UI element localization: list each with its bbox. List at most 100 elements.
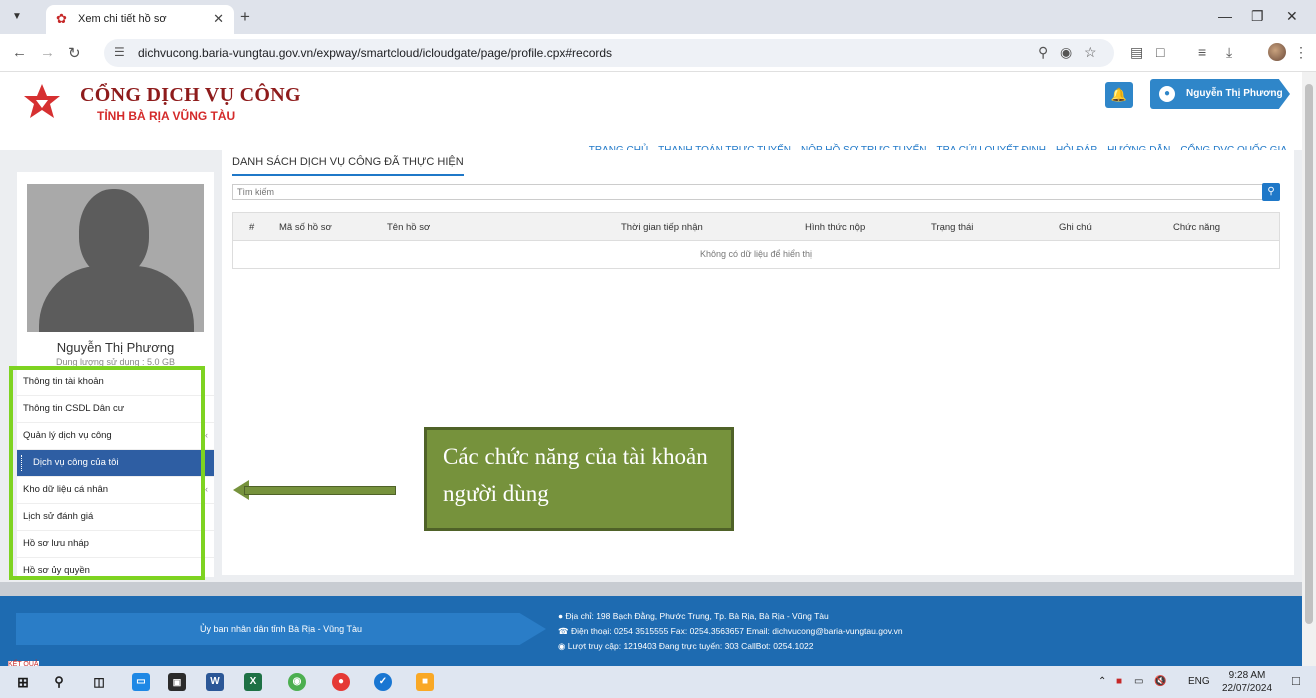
back-icon[interactable]: ← [12, 44, 27, 61]
input-language[interactable]: ENG [1188, 676, 1210, 687]
site-favicon-icon: ✿ [56, 11, 67, 26]
clock-date: 22/07/2024 [1222, 683, 1273, 694]
close-window-icon[interactable]: ✕ [1286, 8, 1298, 25]
column-header: Thời gian tiếp nhận [621, 222, 703, 233]
location-pin-icon: ● [558, 611, 566, 621]
footer-contact: Điện thoại: 0254 3515555 Fax: 0254.35636… [570, 626, 903, 636]
avatar [27, 184, 204, 332]
app-icon[interactable]: ▭ [132, 673, 150, 691]
column-header: Ghi chú [1059, 222, 1092, 233]
close-tab-icon[interactable]: ✕ [213, 11, 224, 27]
url-text: dichvucong.baria-vungtau.gov.vn/expway/s… [138, 46, 613, 60]
user-menu-button[interactable]: ● Nguyễn Thị Phương [1150, 79, 1290, 109]
browser-tab-bar: ▼ ✿ Xem chi tiết hồ sơ ✕ + — ❐ ✕ [0, 0, 1316, 34]
menu-account-info[interactable]: Thông tin tài khoản [17, 369, 214, 396]
notification-center-icon[interactable]: □ [1292, 673, 1300, 688]
tab-title: Xem chi tiết hồ sơ [78, 13, 167, 25]
user-icon: ● [1159, 86, 1175, 102]
site-info-icon[interactable]: ☰ [114, 45, 125, 59]
search-icon[interactable]: ⚲ [1262, 183, 1280, 201]
footer-contact-info: ● Địa chỉ: 198 Bạch Đằng, Phước Trung, T… [558, 609, 903, 654]
menu-personal-data[interactable]: Kho dữ liệu cá nhân ‹ [17, 477, 214, 504]
clock[interactable]: 9:28 AM 22/07/2024 [1222, 669, 1272, 695]
menu-authorized-records[interactable]: Hồ sơ ủy quyền [17, 558, 214, 585]
footer-divider [0, 582, 1302, 596]
tab-search-button[interactable]: ▼ [8, 8, 26, 26]
column-header: Hình thức nộp [805, 222, 866, 233]
menu-item-label: Kho dữ liệu cá nhân [23, 484, 109, 495]
windows-start-icon[interactable]: ⊞ [14, 673, 32, 691]
notification-bell-icon[interactable]: 🔔 [1105, 82, 1133, 108]
site-footer: Ủy ban nhân dân tỉnh Bà Rịa - Vũng Tàu ●… [0, 596, 1302, 666]
menu-my-services[interactable]: Dịch vụ công của tôi [17, 450, 214, 477]
profile-name: Nguyễn Thị Phương [56, 340, 175, 355]
zoom-icon[interactable]: ⚲ [1038, 44, 1048, 61]
storage-quota: Dung lượng sử dụng : 5.0 GB [55, 357, 176, 367]
restore-icon[interactable]: ❐ [1251, 8, 1264, 25]
menu-public-service-management[interactable]: Quản lý dịch vụ công ‹ [17, 423, 214, 450]
annotation-callout: Các chức năng của tài khoản người dùng [424, 427, 734, 531]
menu-item-label: Lịch sử đánh giá [23, 511, 94, 522]
tray-chevron-icon[interactable]: ⌃ [1098, 676, 1106, 687]
chat-app-icon[interactable]: ✓ [374, 673, 392, 691]
annotation-text: Các chức năng của tài khoản người dùng [443, 444, 708, 506]
clock-time: 9:28 AM [1228, 670, 1266, 681]
minimize-icon[interactable]: — [1218, 8, 1232, 24]
globe-icon: ◉ [558, 641, 568, 651]
column-header: # [249, 222, 255, 233]
file-explorer-icon[interactable]: ■ [416, 673, 434, 691]
new-tab-icon[interactable]: + [240, 7, 250, 27]
coccoc-icon[interactable]: ● [332, 673, 350, 691]
search-input[interactable] [233, 185, 1268, 199]
bookmark-star-icon[interactable]: ☆ [1084, 44, 1097, 61]
menu-item-label: Hồ sơ lưu nháp [23, 538, 89, 549]
browser-menu-icon[interactable]: ⋮ [1294, 44, 1308, 61]
tray-app-icon[interactable]: ■ [1116, 676, 1122, 687]
menu-item-label: Thông tin tài khoản [23, 376, 104, 387]
forward-icon[interactable]: → [40, 44, 55, 61]
windows-taskbar: ⊞ ⚲ ◫ ▭ ▣ W X ◉ ● ✓ ■ ⌃ ■ ▭ 🔇 ENG 9:28 A… [0, 666, 1316, 698]
footer-organization: Ủy ban nhân dân tỉnh Bà Rịa - Vũng Tàu [16, 613, 546, 645]
column-header: Tên hồ sơ [387, 222, 431, 233]
site-header: CỔNG DỊCH VỤ CÔNG TỈNH BÀ RỊA VŨNG TÀU 🔔… [0, 72, 1302, 156]
menu-item-label: Quản lý dịch vụ công [23, 430, 112, 441]
task-view-icon[interactable]: ◫ [90, 673, 108, 691]
speaker-mute-icon[interactable]: 🔇 [1154, 676, 1166, 687]
portal-subtitle: TỈNH BÀ RỊA VŨNG TÀU [97, 109, 236, 123]
chevron-icon: ‹ [205, 430, 208, 440]
phone-icon: ☎ [558, 626, 571, 636]
empty-table-message: Không có dữ liệu để hiển thị [699, 249, 813, 259]
chevron-icon: ‹ [205, 484, 208, 494]
downloads-icon[interactable]: ⤓ [1226, 44, 1232, 61]
extension-calendar-icon[interactable]: ▤ [1130, 44, 1143, 61]
menu-citizen-db-info[interactable]: Thông tin CSDL Dân cư [17, 396, 214, 423]
word-icon[interactable]: W [206, 673, 224, 691]
network-icon[interactable]: ▭ [1134, 676, 1143, 687]
search-field[interactable] [232, 184, 1269, 200]
scrollbar-thumb[interactable] [1305, 84, 1313, 624]
address-bar[interactable]: ☰ dichvucong.baria-vungtau.gov.vn/expway… [104, 39, 1114, 67]
table-header: # Mã số hồ sơ Tên hồ sơ Thời gian tiếp n… [233, 213, 1279, 241]
profile-avatar-icon[interactable] [1268, 43, 1286, 61]
menu-drafts[interactable]: Hồ sơ lưu nháp [17, 531, 214, 558]
browser-tab[interactable]: ✿ Xem chi tiết hồ sơ ✕ [46, 5, 234, 34]
menu-item-label: Thông tin CSDL Dân cư [23, 403, 125, 414]
profile-sidebar: Nguyễn Thị Phương Dung lượng sử dụng : 5… [17, 172, 214, 585]
column-header: Trạng thái [931, 222, 974, 233]
extensions-puzzle-icon[interactable]: □ [1156, 44, 1164, 60]
portal-title[interactable]: CỔNG DỊCH VỤ CÔNG [80, 84, 301, 107]
reload-icon[interactable]: ↻ [68, 44, 81, 62]
portal-logo-icon [24, 84, 60, 118]
account-menu: Thông tin tài khoản Thông tin CSDL Dân c… [17, 369, 214, 585]
menu-item-label: Dịch vụ công của tôi [33, 457, 119, 468]
store-icon[interactable]: ▣ [168, 673, 186, 691]
location-icon[interactable]: ◉ [1060, 44, 1072, 61]
excel-icon[interactable]: X [244, 673, 262, 691]
reading-list-icon[interactable]: ≡ [1198, 44, 1206, 60]
column-header: Mã số hồ sơ [279, 222, 332, 233]
footer-stats: Lượt truy cập: 1219403 Đang trực tuyến: … [567, 641, 814, 651]
chrome-icon[interactable]: ◉ [288, 673, 306, 691]
menu-rating-history[interactable]: Lịch sử đánh giá [17, 504, 214, 531]
records-table: # Mã số hồ sơ Tên hồ sơ Thời gian tiếp n… [232, 212, 1280, 269]
search-icon[interactable]: ⚲ [50, 673, 68, 691]
